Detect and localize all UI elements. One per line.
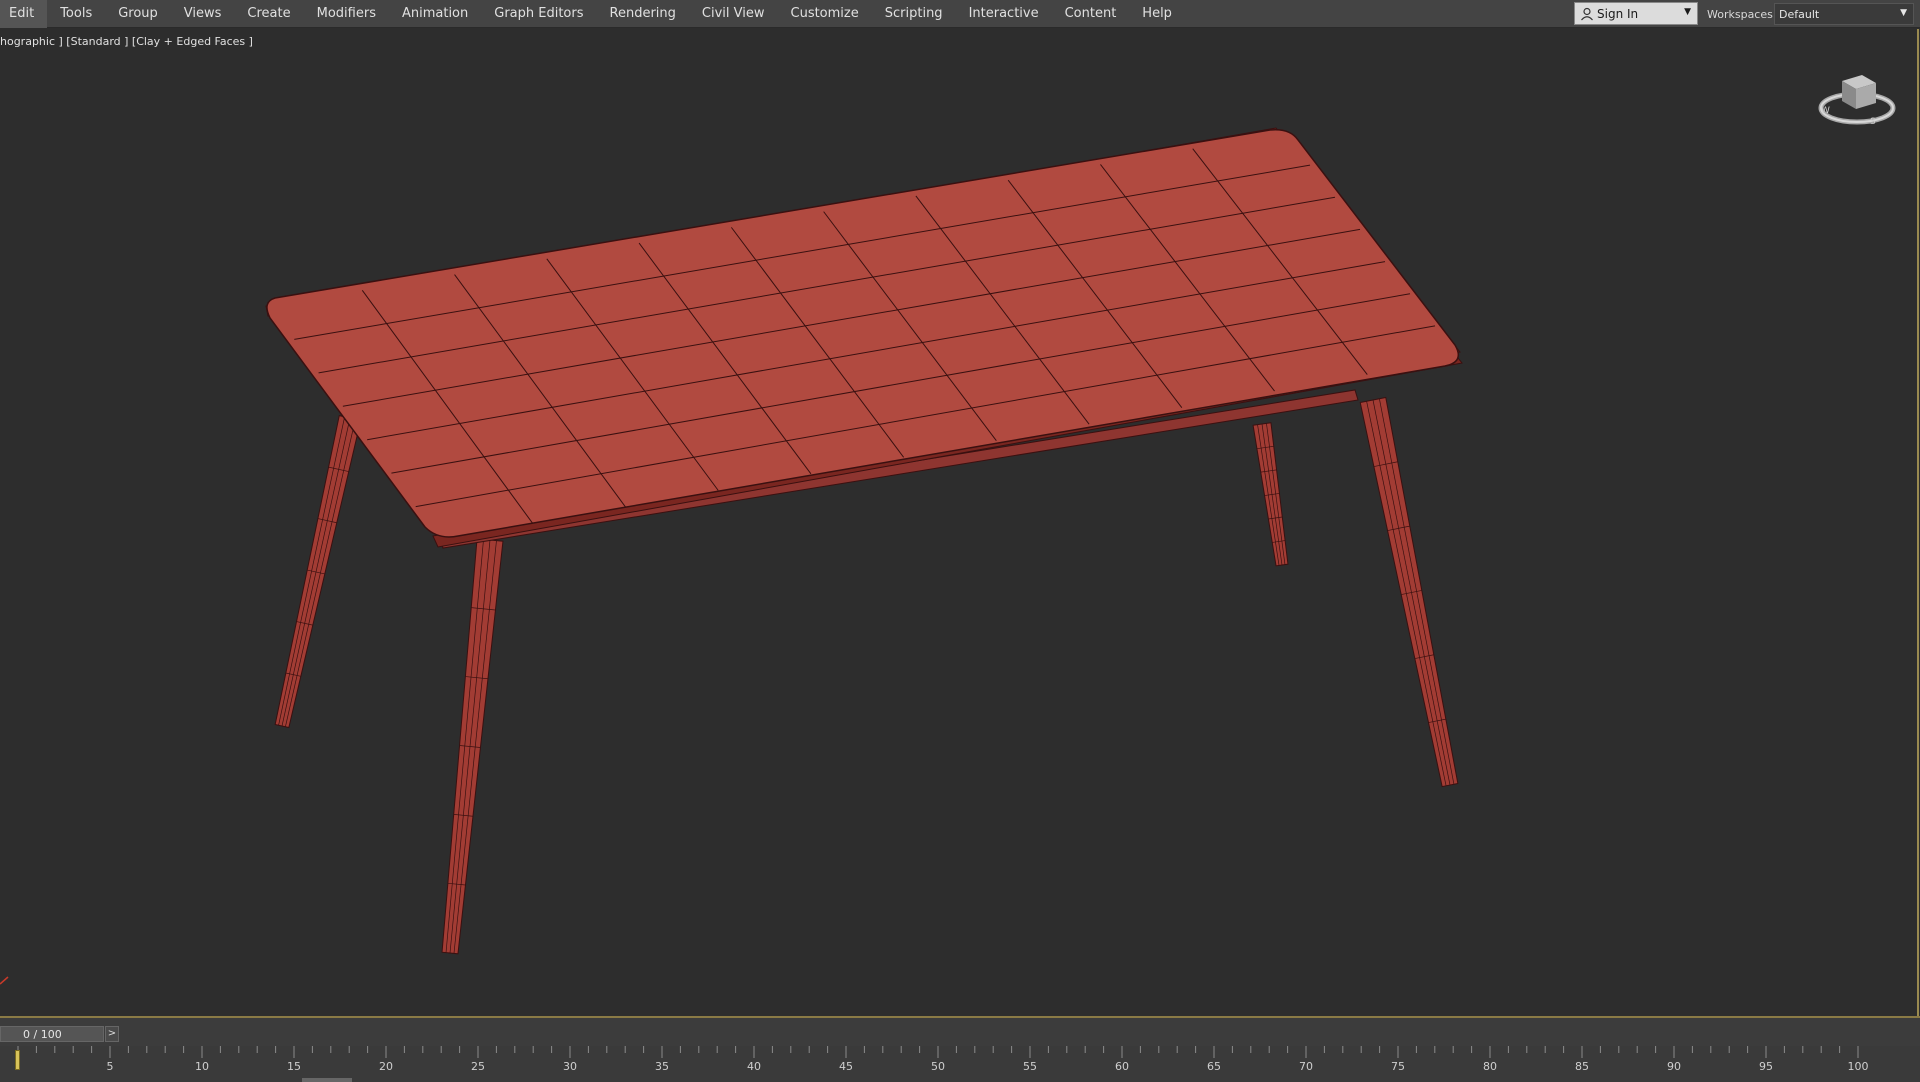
table-top bbox=[265, 127, 1463, 548]
menu-item-help[interactable]: Help bbox=[1129, 0, 1185, 28]
timeline-tick-label: 30 bbox=[563, 1060, 577, 1073]
timeline-scrollbar[interactable] bbox=[302, 1078, 352, 1082]
menu-item-rendering[interactable]: Rendering bbox=[597, 0, 689, 28]
user-icon bbox=[1581, 7, 1593, 21]
timeline-panel: 0 / 100 > 5 10 15 20 25 30 35 40 45 50 55 60 65 70 75 8… bbox=[0, 1016, 1920, 1082]
timeline-tick-label: 80 bbox=[1483, 1060, 1497, 1073]
timeline-tick-label: 45 bbox=[839, 1060, 853, 1073]
timeline-tick-label: 55 bbox=[1023, 1060, 1037, 1073]
perspective-viewport[interactable]: hographic ] [Standard ] [Clay + Edged Fa… bbox=[0, 29, 1919, 1016]
leg-back-right bbox=[1359, 396, 1459, 788]
menu-item-edit[interactable]: Edit bbox=[0, 0, 48, 28]
svg-text:W: W bbox=[1821, 106, 1830, 116]
timeline-ruler[interactable]: 5 10 15 20 25 30 35 40 45 50 55 60 65 70 75 80 85 90 95 100 bbox=[0, 1046, 1920, 1082]
menu-item-interactive[interactable]: Interactive bbox=[956, 0, 1052, 28]
timeline-tick-label: 15 bbox=[287, 1060, 301, 1073]
frame-counter: 0 / 100 bbox=[23, 1028, 62, 1041]
timeline-tick-label: 35 bbox=[655, 1060, 669, 1073]
workspaces-label: Workspaces: bbox=[1707, 8, 1777, 21]
menu-item-modifiers[interactable]: Modifiers bbox=[304, 0, 389, 28]
timeline-tick-label: 75 bbox=[1391, 1060, 1405, 1073]
axis-tripod-icon bbox=[0, 976, 9, 985]
timeline-tick-label: 70 bbox=[1299, 1060, 1313, 1073]
menu-item-content[interactable]: Content bbox=[1052, 0, 1130, 28]
time-slider[interactable]: 0 / 100 bbox=[0, 1026, 104, 1042]
timeline-tick-label: 25 bbox=[471, 1060, 485, 1073]
timeline-tick-label: 20 bbox=[379, 1060, 393, 1073]
timeline-tick-label: 95 bbox=[1759, 1060, 1773, 1073]
workspaces-value: Default bbox=[1779, 8, 1820, 21]
menu-item-animation[interactable]: Animation bbox=[389, 0, 481, 28]
timeline-tick-label: 85 bbox=[1575, 1060, 1589, 1073]
menu-item-customize[interactable]: Customize bbox=[778, 0, 872, 28]
menu-item-graph-editors[interactable]: Graph Editors bbox=[481, 0, 596, 28]
current-frame-marker[interactable] bbox=[15, 1050, 20, 1070]
leg-back-left bbox=[1252, 422, 1289, 567]
timeline-tick-label: 100 bbox=[1847, 1060, 1869, 1073]
timeline-tick-label: 60 bbox=[1115, 1060, 1129, 1073]
menu-items: Edit Tools Group Views Create Modifiers Animat… bbox=[0, 0, 1185, 28]
chevron-down-icon: ▼ bbox=[1684, 7, 1691, 17]
sign-in-dropdown[interactable]: Sign In ▼ bbox=[1574, 2, 1698, 25]
table-model[interactable] bbox=[0, 29, 1917, 1016]
menu-item-group[interactable]: Group bbox=[105, 0, 171, 28]
menu-item-tools[interactable]: Tools bbox=[47, 0, 105, 28]
timeline-tick-label: 10 bbox=[195, 1060, 209, 1073]
leg-front-left bbox=[274, 415, 362, 729]
next-frame-button[interactable]: > bbox=[105, 1026, 119, 1042]
viewcube-icon[interactable]: W S bbox=[1812, 61, 1900, 131]
menu-item-views[interactable]: Views bbox=[171, 0, 235, 28]
timeline-tick-label: 40 bbox=[747, 1060, 761, 1073]
timeline-tick-label: 50 bbox=[931, 1060, 945, 1073]
menu-item-create[interactable]: Create bbox=[234, 0, 303, 28]
workspaces-dropdown[interactable]: Default ▼ bbox=[1774, 3, 1914, 25]
timeline-tick-label: 5 bbox=[106, 1060, 114, 1073]
leg-front-right bbox=[441, 538, 504, 955]
timeline-tick-label: 90 bbox=[1667, 1060, 1681, 1073]
sign-in-label: Sign In bbox=[1597, 7, 1639, 21]
svg-text:S: S bbox=[1870, 117, 1876, 127]
menu-bar: Edit Tools Group Views Create Modifiers Animat… bbox=[0, 0, 1920, 28]
menu-item-civil-view[interactable]: Civil View bbox=[689, 0, 778, 28]
timeline-tick-label: 65 bbox=[1207, 1060, 1221, 1073]
menu-item-scripting[interactable]: Scripting bbox=[872, 0, 956, 28]
chevron-down-icon: ▼ bbox=[1900, 8, 1907, 18]
